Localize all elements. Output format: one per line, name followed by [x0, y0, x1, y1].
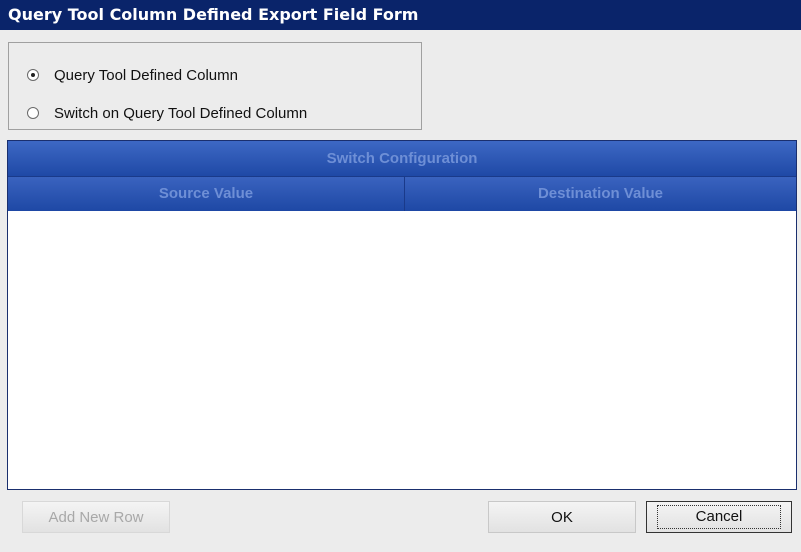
grid-header-row: Source Value Destination Value: [8, 177, 796, 212]
window-title: Query Tool Column Defined Export Field F…: [0, 0, 801, 30]
radio-checked-icon[interactable]: [27, 69, 39, 81]
cancel-button[interactable]: Cancel: [646, 501, 792, 533]
column-header-destination-value[interactable]: Destination Value: [405, 177, 796, 211]
column-mode-group: Query Tool Defined Column Switch on Quer…: [8, 42, 422, 130]
ok-button[interactable]: OK: [488, 501, 636, 533]
cancel-button-label: Cancel: [656, 505, 782, 529]
dialog-body: Query Tool Defined Column Switch on Quer…: [0, 30, 801, 552]
column-header-source-value[interactable]: Source Value: [8, 177, 405, 211]
grid-body[interactable]: [8, 211, 796, 489]
radio-label-switch-on-query-tool-defined-column: Switch on Query Tool Defined Column: [54, 104, 308, 122]
switch-configuration-grid[interactable]: Switch Configuration Source Value Destin…: [7, 140, 797, 490]
add-new-row-button[interactable]: Add New Row: [22, 501, 170, 533]
radio-query-tool-defined-column[interactable]: Query Tool Defined Column: [27, 63, 238, 87]
radio-switch-on-query-tool-defined-column[interactable]: Switch on Query Tool Defined Column: [27, 101, 307, 125]
grid-caption: Switch Configuration: [8, 141, 796, 177]
radio-label-query-tool-defined-column: Query Tool Defined Column: [54, 66, 238, 84]
radio-unchecked-icon[interactable]: [27, 107, 39, 119]
